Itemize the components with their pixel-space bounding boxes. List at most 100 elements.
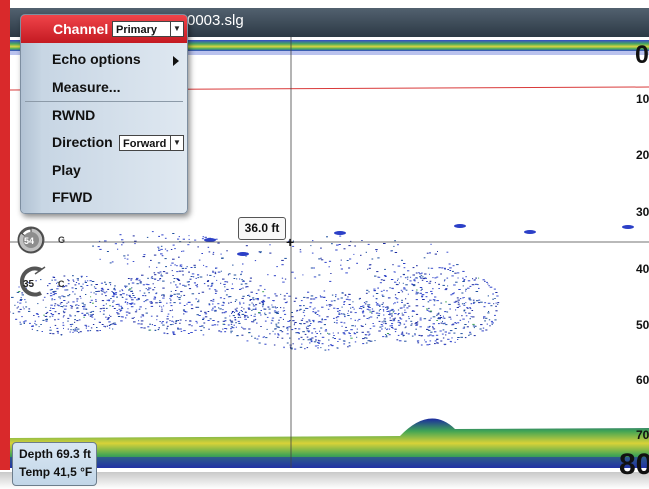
echo-dot [304,348,306,350]
echo-dot [273,344,276,346]
echo-dot [72,329,75,331]
echo-dot [444,331,447,333]
echo-dot [396,339,399,341]
menu-item-rwnd[interactable]: RWND [52,107,95,123]
echo-dot [74,315,76,317]
echo-dot [220,253,222,255]
echo-dot [349,335,352,337]
echo-dot [289,320,291,321]
echo-dot [473,301,476,303]
echo-dot [375,293,379,294]
color-gauge[interactable]: 35 C [15,265,65,299]
echo-dot [421,279,424,281]
echo-dot [464,312,467,314]
echo-dot [224,331,227,333]
echo-dot [96,327,98,328]
menu-item-echo-options[interactable]: Echo options [52,51,141,67]
echo-dot [453,284,456,286]
echo-dot [401,301,403,303]
channel-row[interactable]: Channel Primary ▼ [21,15,187,43]
echo-dot [87,330,90,332]
echo-dot [491,323,493,325]
echo-dot [255,304,258,306]
echo-dot [379,309,382,310]
color-dial-icon: 35 [19,266,46,297]
echo-dot [382,302,384,304]
echo-dot [261,304,264,306]
echo-dot [143,254,146,256]
menu-item-play[interactable]: Play [52,162,81,178]
echo-dot [360,254,362,256]
echo-dot [333,317,335,319]
menu-item-measure[interactable]: Measure... [52,79,120,95]
echo-dot [161,321,164,323]
echo-dot [128,289,131,291]
echo-dot [448,316,452,318]
echo-dot [340,259,342,261]
echo-dot [22,306,24,308]
echo-dot [396,284,399,286]
echo-dot [391,250,393,252]
echo-dot [161,294,163,296]
echo-dot [267,274,269,276]
echo-dot [258,302,261,304]
echo-dot [340,268,343,270]
echo-dot [350,329,353,331]
echo-dot [251,335,253,337]
echo-dot [368,309,371,311]
echo-dot [207,311,210,312]
echo-dot [373,290,376,292]
echo-dot [354,325,356,327]
echo-dot [203,322,206,324]
echo-dot [286,333,289,335]
echo-dot [212,251,215,253]
echo-dot [157,280,159,281]
echo-dot [275,325,278,327]
echo-dot [184,310,186,312]
echo-dot [245,286,247,288]
direction-select[interactable]: Forward ▼ [119,135,184,151]
echo-dot [411,283,413,285]
echo-dot [201,325,204,327]
echo-dot [169,320,171,322]
echo-dot [139,306,142,308]
echo-dot [125,286,127,288]
echo-dot [143,292,146,294]
echo-dot [331,294,334,296]
echo-dot [286,326,289,328]
echo-dot [273,310,277,312]
echo-dot [202,236,204,238]
echo-dot [293,300,296,302]
echo-dot [194,329,197,331]
echo-dot [158,235,160,237]
echo-dot [108,325,111,326]
gain-gauge[interactable]: 54 G [15,225,65,255]
echo-dot [153,298,156,300]
echo-dot [230,301,232,303]
echo-dot [346,260,349,261]
menu-item-ffwd[interactable]: FFWD [52,189,92,205]
echo-dot [447,269,449,270]
echo-dot [413,284,416,286]
echo-dot [245,255,247,257]
echo-dot [436,313,440,315]
echo-dot [197,246,199,248]
echo-dot [314,307,316,309]
echo-dot [84,324,87,326]
echo-dot [217,303,220,305]
echo-dot [440,273,442,275]
echo-dot [176,286,179,288]
echo-dot [434,340,437,342]
echo-dot [143,301,145,303]
echo-dot [57,313,60,315]
echo-dot [224,320,227,322]
depth-tick-20: 20 [636,148,649,162]
echo-dot [179,322,181,324]
echo-dot [337,298,340,300]
echo-dot [110,284,112,286]
echo-dot [153,325,156,326]
echo-dot [49,326,51,328]
channel-select[interactable]: Primary ▼ [112,21,184,37]
echo-dot [74,288,77,290]
echo-dot [178,236,180,238]
